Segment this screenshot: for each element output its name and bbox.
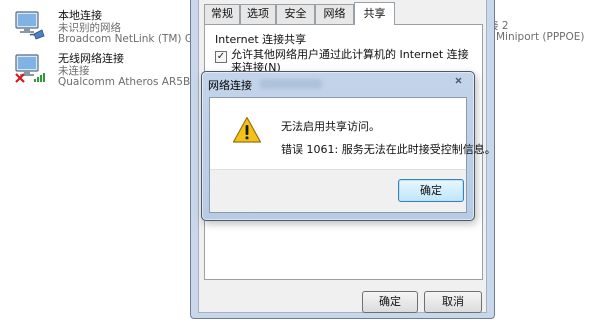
wireless-network-disconnected-icon bbox=[15, 54, 45, 83]
tab-networking[interactable]: 网络 bbox=[315, 4, 354, 24]
allow-sharing-checkbox[interactable]: ✓ bbox=[215, 51, 227, 63]
error-detail: 错误 1061: 服务无法在此时接受控制信息。 bbox=[281, 143, 496, 156]
properties-ok-button[interactable]: 确定 bbox=[362, 291, 418, 313]
error-message: 无法启用共享访问。 bbox=[281, 120, 380, 133]
tab-options[interactable]: 选项 bbox=[240, 4, 276, 24]
warning-icon bbox=[232, 116, 262, 143]
connection-item-wireless[interactable]: 无线网络连接 未连接 Qualcomm Atheros AR5B97 W bbox=[0, 49, 217, 89]
connection-adapter-partial: Miniport (PPPOE) bbox=[496, 31, 585, 43]
blurred-title-text bbox=[260, 79, 322, 89]
properties-cancel-button[interactable]: 取消 bbox=[424, 291, 482, 313]
connection-item-local[interactable]: 本地连接 未识别的网络 Broadcom NetLink (TM) Gigab bbox=[0, 6, 216, 46]
close-icon bbox=[455, 77, 462, 84]
tab-security[interactable]: 安全 bbox=[276, 4, 315, 24]
error-dialog: 网络连接 无法启用共享访问。 错误 1061: 服务无法在此时接受控制信息。 确… bbox=[201, 71, 496, 221]
error-ok-button[interactable]: 确定 bbox=[398, 179, 464, 202]
error-dialog-body: 无法启用共享访问。 错误 1061: 服务无法在此时接受控制信息。 确定 bbox=[209, 97, 496, 213]
tab-general[interactable]: 常规 bbox=[204, 4, 240, 24]
error-dialog-footer: 确定 bbox=[210, 169, 466, 212]
error-dialog-title: 网络连接 bbox=[208, 79, 252, 92]
ics-section-title: Internet 连接共享 bbox=[215, 33, 307, 46]
error-dialog-close-button[interactable] bbox=[440, 73, 468, 89]
wired-network-icon bbox=[15, 11, 45, 40]
tab-sharing[interactable]: 共享 bbox=[354, 2, 395, 25]
